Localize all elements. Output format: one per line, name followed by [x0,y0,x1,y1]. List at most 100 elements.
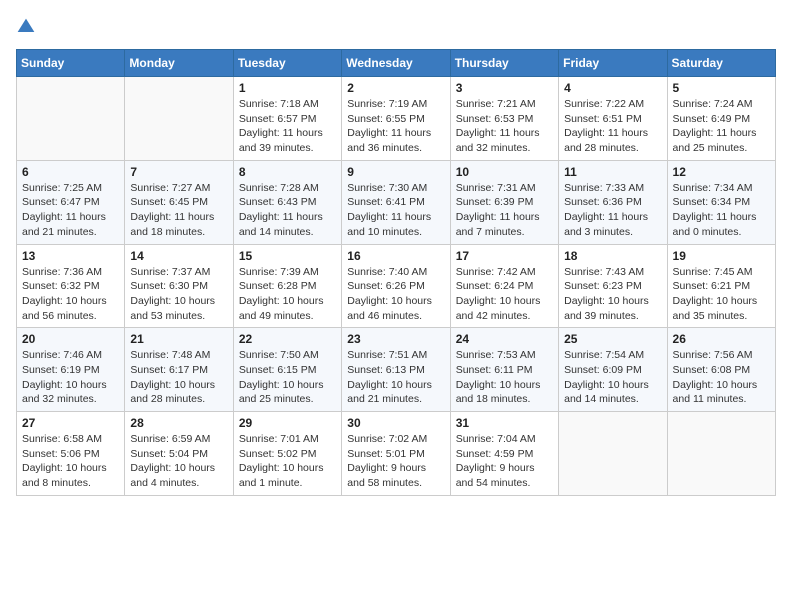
day-number: 19 [673,249,770,263]
calendar-cell: 31 Sunrise: 7:04 AM Sunset: 4:59 PM Dayli… [450,412,558,496]
calendar-cell: 30 Sunrise: 7:02 AM Sunset: 5:01 PM Dayli… [342,412,450,496]
day-number: 6 [22,165,119,179]
day-number: 3 [456,81,553,95]
calendar-cell: 8 Sunrise: 7:28 AM Sunset: 6:43 PM Daylig… [233,160,341,244]
calendar-cell [125,77,233,161]
day-info: Sunrise: 7:45 AM Sunset: 6:21 PM Dayligh… [673,265,770,324]
calendar-cell: 5Sunrise: 7:24 AM Sunset: 6:49 PM Daylig… [667,77,775,161]
day-number: 20 [22,332,119,346]
calendar-cell: 16Sunrise: 7:40 AM Sunset: 6:26 PM Dayli… [342,244,450,328]
calendar-cell: 3 Sunrise: 7:21 AM Sunset: 6:53 PM Daylig… [450,77,558,161]
calendar-cell: 26 Sunrise: 7:56 AM Sunset: 6:08 PM Dayli… [667,328,775,412]
calendar-cell: 14 Sunrise: 7:37 AM Sunset: 6:30 PM Dayli… [125,244,233,328]
day-info: Sunrise: 7:53 AM Sunset: 6:11 PM Dayligh… [456,348,553,407]
calendar-cell: 24 Sunrise: 7:53 AM Sunset: 6:11 PM Dayli… [450,328,558,412]
weekday-header-monday: Monday [125,50,233,77]
calendar-cell [667,412,775,496]
day-number: 23 [347,332,444,346]
calendar-cell: 12 Sunrise: 7:34 AM Sunset: 6:34 PM Dayli… [667,160,775,244]
day-info: Sunrise: 7:28 AM Sunset: 6:43 PM Dayligh… [239,181,336,240]
day-info: Sunrise: 7:42 AM Sunset: 6:24 PM Dayligh… [456,265,553,324]
calendar-cell: 28 Sunrise: 6:59 AM Sunset: 5:04 PM Dayli… [125,412,233,496]
day-info: Sunrise: 7:01 AM Sunset: 5:02 PM Dayligh… [239,432,336,491]
day-number: 1 [239,81,336,95]
calendar-cell [559,412,667,496]
calendar-cell: 22 Sunrise: 7:50 AM Sunset: 6:15 PM Dayli… [233,328,341,412]
day-number: 27 [22,416,119,430]
day-number: 28 [130,416,227,430]
calendar-cell: 18Sunrise: 7:43 AM Sunset: 6:23 PM Dayli… [559,244,667,328]
day-info: Sunrise: 7:56 AM Sunset: 6:08 PM Dayligh… [673,348,770,407]
calendar-week-row: 20 Sunrise: 7:46 AM Sunset: 6:19 PM Dayli… [17,328,776,412]
day-info: Sunrise: 7:34 AM Sunset: 6:34 PM Dayligh… [673,181,770,240]
day-number: 13 [22,249,119,263]
calendar-week-row: 13 Sunrise: 7:36 AM Sunset: 6:32 PM Dayli… [17,244,776,328]
weekday-header-friday: Friday [559,50,667,77]
day-info: Sunrise: 7:50 AM Sunset: 6:15 PM Dayligh… [239,348,336,407]
day-info: Sunrise: 7:31 AM Sunset: 6:39 PM Dayligh… [456,181,553,240]
day-info: Sunrise: 7:54 AM Sunset: 6:09 PM Dayligh… [564,348,661,407]
day-number: 2 [347,81,444,95]
day-info: Sunrise: 6:59 AM Sunset: 5:04 PM Dayligh… [130,432,227,491]
calendar-cell: 4 Sunrise: 7:22 AM Sunset: 6:51 PM Daylig… [559,77,667,161]
calendar-cell: 20 Sunrise: 7:46 AM Sunset: 6:19 PM Dayli… [17,328,125,412]
day-number: 22 [239,332,336,346]
day-info: Sunrise: 7:19 AM Sunset: 6:55 PM Dayligh… [347,97,444,156]
calendar-cell: 21 Sunrise: 7:48 AM Sunset: 6:17 PM Dayli… [125,328,233,412]
calendar-week-row: 27 Sunrise: 6:58 AM Sunset: 5:06 PM Dayli… [17,412,776,496]
calendar-cell: 27 Sunrise: 6:58 AM Sunset: 5:06 PM Dayli… [17,412,125,496]
calendar-cell: 11Sunrise: 7:33 AM Sunset: 6:36 PM Dayli… [559,160,667,244]
logo [16,16,40,37]
weekday-header-saturday: Saturday [667,50,775,77]
day-number: 9 [347,165,444,179]
day-info: Sunrise: 7:39 AM Sunset: 6:28 PM Dayligh… [239,265,336,324]
day-info: Sunrise: 7:24 AM Sunset: 6:49 PM Dayligh… [673,97,770,156]
calendar-header-row: SundayMondayTuesdayWednesdayThursdayFrid… [17,50,776,77]
day-number: 15 [239,249,336,263]
weekday-header-sunday: Sunday [17,50,125,77]
day-number: 30 [347,416,444,430]
calendar-cell: 15 Sunrise: 7:39 AM Sunset: 6:28 PM Dayli… [233,244,341,328]
weekday-header-tuesday: Tuesday [233,50,341,77]
calendar-table: SundayMondayTuesdayWednesdayThursdayFrid… [16,49,776,496]
day-info: Sunrise: 7:22 AM Sunset: 6:51 PM Dayligh… [564,97,661,156]
day-info: Sunrise: 7:02 AM Sunset: 5:01 PM Dayligh… [347,432,444,491]
weekday-header-thursday: Thursday [450,50,558,77]
day-number: 16 [347,249,444,263]
day-info: Sunrise: 7:18 AM Sunset: 6:57 PM Dayligh… [239,97,336,156]
page-header [16,16,776,37]
day-number: 12 [673,165,770,179]
calendar-cell: 10Sunrise: 7:31 AM Sunset: 6:39 PM Dayli… [450,160,558,244]
day-number: 8 [239,165,336,179]
calendar-cell: 17Sunrise: 7:42 AM Sunset: 6:24 PM Dayli… [450,244,558,328]
day-info: Sunrise: 7:27 AM Sunset: 6:45 PM Dayligh… [130,181,227,240]
calendar-cell: 7 Sunrise: 7:27 AM Sunset: 6:45 PM Daylig… [125,160,233,244]
day-number: 21 [130,332,227,346]
day-number: 31 [456,416,553,430]
day-number: 11 [564,165,661,179]
calendar-cell: 9 Sunrise: 7:30 AM Sunset: 6:41 PM Daylig… [342,160,450,244]
day-info: Sunrise: 7:46 AM Sunset: 6:19 PM Dayligh… [22,348,119,407]
day-info: Sunrise: 7:30 AM Sunset: 6:41 PM Dayligh… [347,181,444,240]
day-info: Sunrise: 6:58 AM Sunset: 5:06 PM Dayligh… [22,432,119,491]
day-number: 24 [456,332,553,346]
day-info: Sunrise: 7:51 AM Sunset: 6:13 PM Dayligh… [347,348,444,407]
logo-icon [16,17,36,37]
calendar-cell: 13 Sunrise: 7:36 AM Sunset: 6:32 PM Dayli… [17,244,125,328]
calendar-week-row: 6 Sunrise: 7:25 AM Sunset: 6:47 PM Daylig… [17,160,776,244]
day-info: Sunrise: 7:25 AM Sunset: 6:47 PM Dayligh… [22,181,119,240]
day-number: 7 [130,165,227,179]
day-number: 4 [564,81,661,95]
day-number: 14 [130,249,227,263]
weekday-header-wednesday: Wednesday [342,50,450,77]
day-info: Sunrise: 7:48 AM Sunset: 6:17 PM Dayligh… [130,348,227,407]
day-info: Sunrise: 7:37 AM Sunset: 6:30 PM Dayligh… [130,265,227,324]
day-info: Sunrise: 7:21 AM Sunset: 6:53 PM Dayligh… [456,97,553,156]
calendar-cell: 23 Sunrise: 7:51 AM Sunset: 6:13 PM Dayli… [342,328,450,412]
calendar-week-row: 1 Sunrise: 7:18 AM Sunset: 6:57 PM Daylig… [17,77,776,161]
day-info: Sunrise: 7:36 AM Sunset: 6:32 PM Dayligh… [22,265,119,324]
calendar-cell [17,77,125,161]
day-number: 29 [239,416,336,430]
day-info: Sunrise: 7:04 AM Sunset: 4:59 PM Dayligh… [456,432,553,491]
day-number: 26 [673,332,770,346]
